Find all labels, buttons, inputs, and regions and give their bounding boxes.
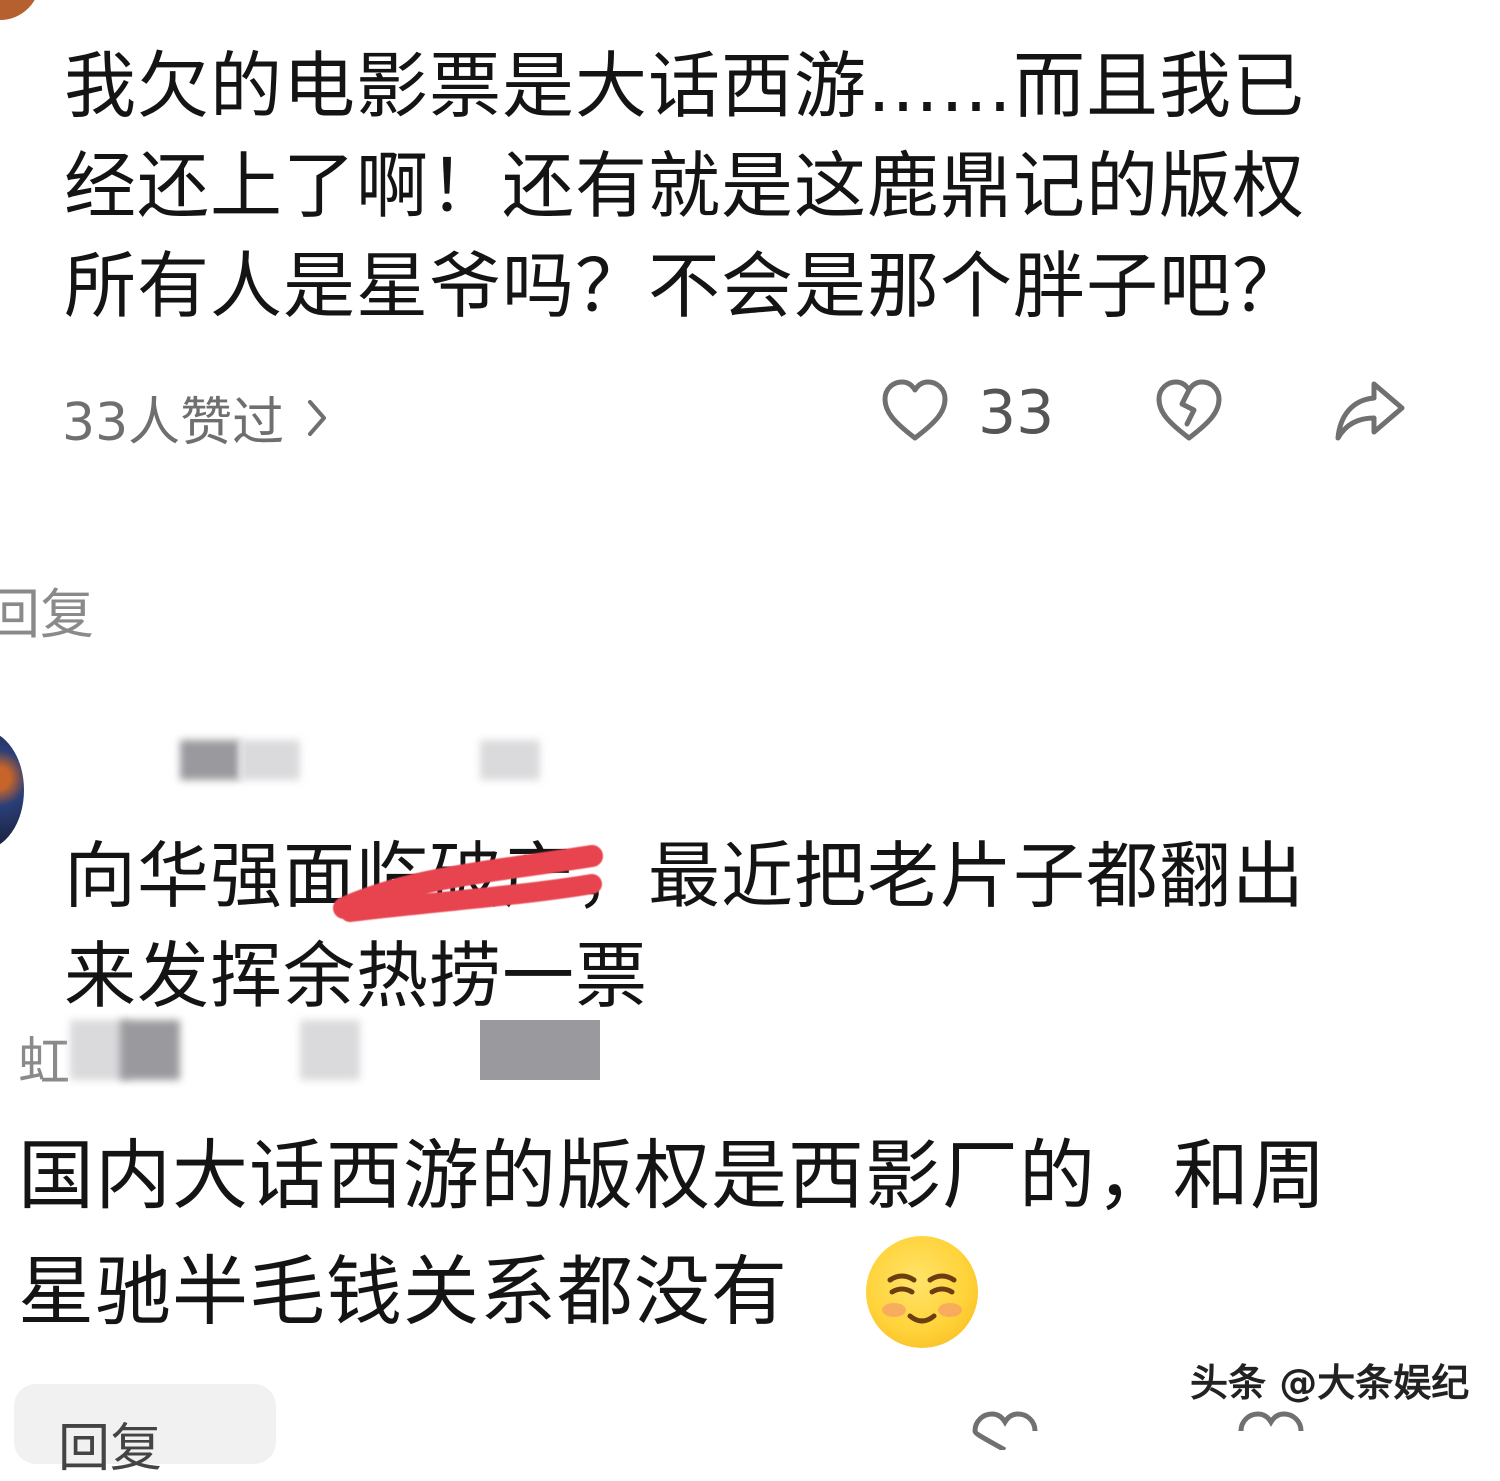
comment-text: 我欠的电影票是大话西游……而且我已 经还上了啊！还有就是这鹿鼎记的版权 所有人是… bbox=[64, 44, 1306, 328]
comment-text: 国内大话西游的版权是西影厂的，和周 星驰半毛钱关系都没有 bbox=[18, 1131, 1327, 1336]
dislike-button[interactable] bbox=[1236, 1410, 1306, 1450]
like-count: 33 bbox=[978, 378, 1055, 448]
reply-label: 回复 bbox=[58, 1419, 163, 1479]
heart-outline-icon bbox=[880, 378, 950, 444]
heart-outline-icon bbox=[970, 1410, 1040, 1450]
relieved-face-emoji bbox=[866, 1236, 978, 1348]
like-button[interactable] bbox=[970, 1410, 1040, 1450]
share-button[interactable] bbox=[1334, 378, 1406, 444]
reply-button[interactable]: 回复 bbox=[14, 1384, 276, 1479]
like-button[interactable] bbox=[880, 378, 950, 444]
redaction-scribble bbox=[333, 845, 603, 922]
likes-summary: 33人赞过 bbox=[62, 393, 285, 453]
avatar[interactable] bbox=[0, 0, 40, 20]
share-arrow-icon bbox=[1334, 378, 1406, 444]
broken-heart-icon bbox=[1236, 1410, 1306, 1450]
redacted-username bbox=[60, 1010, 660, 1080]
redacted-username bbox=[60, 740, 760, 780]
reply-button[interactable]: 回复 bbox=[0, 570, 94, 649]
broken-heart-icon bbox=[1154, 378, 1224, 444]
comment-text: 向华强面临破产，最近把老片子都翻出 来发挥余热捞一票 bbox=[64, 834, 1306, 1018]
likes-summary-link[interactable]: 33人赞过 bbox=[62, 380, 328, 455]
chevron-right-icon bbox=[306, 398, 328, 438]
watermark: 头条 @大条娱纪 bbox=[1190, 1361, 1470, 1405]
reply-label: 回复 bbox=[0, 583, 94, 646]
avatar[interactable] bbox=[0, 730, 24, 850]
dislike-button[interactable] bbox=[1154, 378, 1224, 444]
